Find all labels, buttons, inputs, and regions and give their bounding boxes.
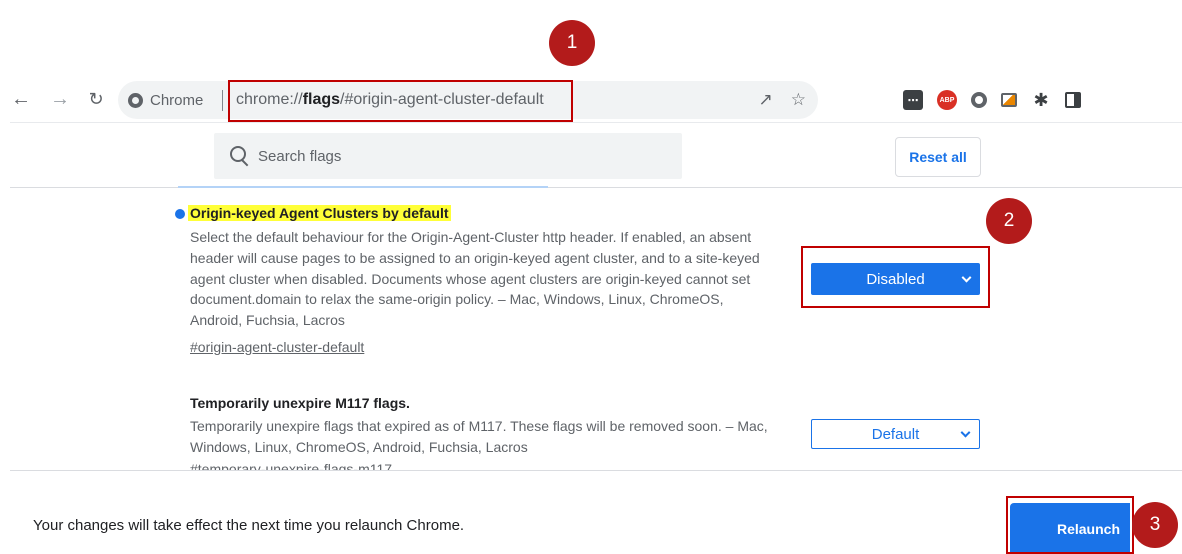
extension-image-icon[interactable] [1001,93,1017,107]
omnibox-actions: ↗ ☆ [759,81,807,119]
callout-number: 1 [549,20,595,66]
callout-number: 2 [986,198,1032,244]
modified-indicator-dot [175,209,185,219]
reset-all-button[interactable]: Reset all [895,137,981,177]
extension-dots-icon[interactable]: ⋯ [903,90,923,110]
header-accent-line [178,186,548,188]
description-line: document.domain to relax the same-origin… [190,291,724,308]
relaunch-message: Your changes will take effect the next t… [33,517,465,534]
extensions-area: ⋯ ABP ✱ [903,78,1081,122]
site-label: Chrome [150,91,204,109]
search-flags-input[interactable] [258,147,658,165]
experiment-title: Origin-keyed Agent Clusters by default [188,205,451,221]
share-icon[interactable]: ↗ [759,90,773,110]
experiment-title: Temporarily unexpire M117 flags. [190,395,410,411]
description-line: Select the default behaviour for the Ori… [190,229,752,245]
callout-number: 3 [1132,502,1178,548]
toolbar-divider [10,122,1182,123]
search-icon [230,146,250,166]
description-line: Android, Fuchsia, Lacros [190,312,345,329]
chevron-down-icon [960,427,971,438]
chrome-logo-icon [128,92,143,108]
forward-arrow-icon[interactable]: → [47,86,73,112]
description-line: Temporarily unexpire flags that expired … [190,418,768,434]
callout-box-relaunch [1006,496,1134,554]
extension-round-icon[interactable] [971,92,987,108]
experiment-description: Temporarily unexpire flags that expired … [190,416,768,458]
site-info-chip[interactable]: Chrome [128,81,203,119]
experiment-permalink[interactable]: #origin-agent-cluster-default [190,339,364,355]
description-line: header will cause pages to be assigned t… [190,249,760,266]
puzzle-icon[interactable]: ✱ [1031,90,1051,110]
browser-toolbar: ← → ↻ Chrome chrome://flags/#origin-agen… [0,78,1182,122]
select-value: Default [871,425,920,443]
adblock-plus-icon[interactable]: ABP [937,90,957,110]
back-arrow-icon[interactable]: ← [8,86,34,112]
description-line: Windows, Linux, ChromeOS, Android, Fuchs… [190,438,528,455]
experiment-description: Select the default behaviour for the Ori… [190,227,760,331]
side-panel-icon[interactable] [1065,92,1081,108]
search-flags-box[interactable] [214,133,682,179]
experiment-state-select[interactable]: Default [811,419,980,449]
callout-box-url [228,80,573,122]
reload-icon[interactable]: ↻ [83,86,109,112]
description-line: agent cluster when disabled. Documents w… [190,270,751,287]
callout-box-select [801,246,990,308]
content-bottom-divider [10,470,1182,471]
bookmark-star-icon[interactable]: ☆ [791,90,806,110]
chip-separator [222,90,223,111]
experiment-permalink[interactable]: #temporary-unexpire-flags-m117 [190,461,392,470]
